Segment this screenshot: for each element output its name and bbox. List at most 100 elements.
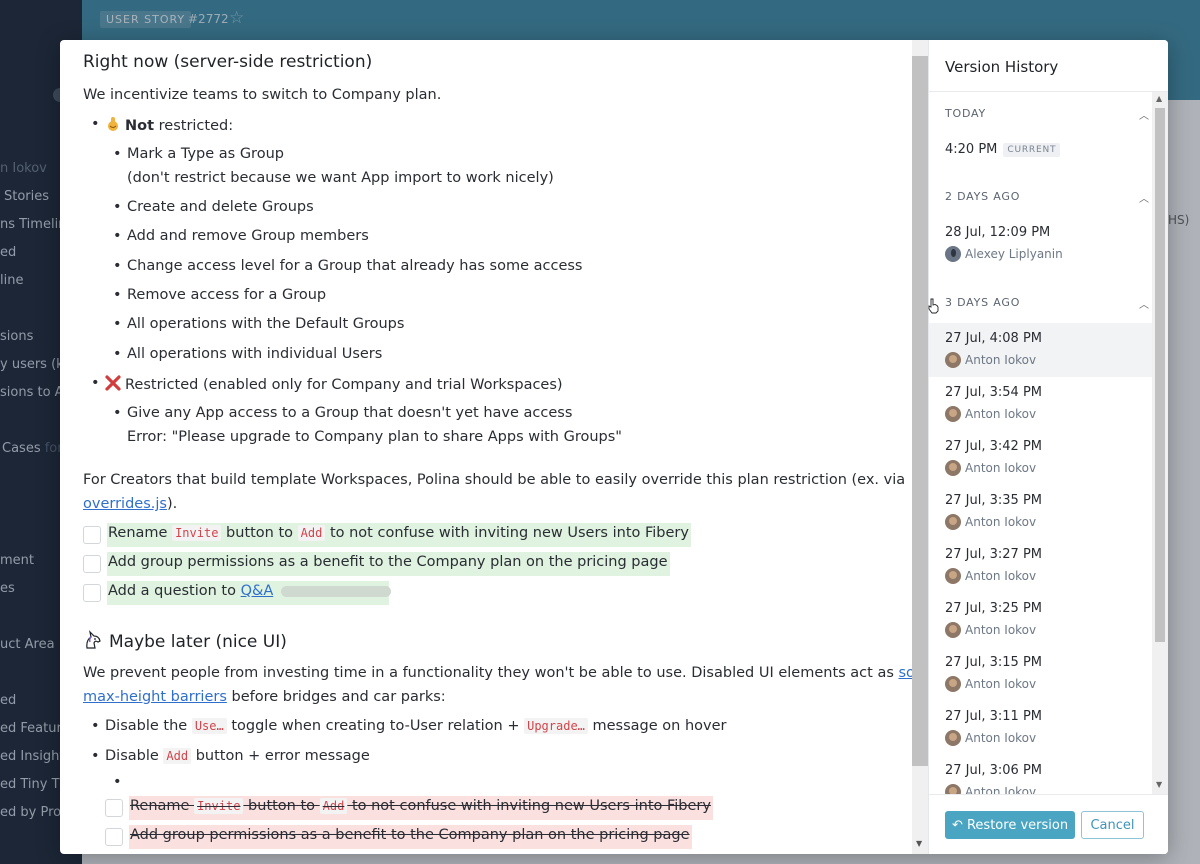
version-entry[interactable]: 28 Jul, 12:09 PM Alexey Liplyanin — [929, 217, 1152, 271]
restore-version-button[interactable]: ↶ Restore version — [945, 811, 1075, 839]
todo-item: Add a question to Q&A — [83, 581, 483, 605]
button-label: Restore version — [966, 817, 1069, 833]
version-author: Anton Iokov — [965, 461, 1037, 475]
current-badge: CURRENT — [1003, 143, 1061, 157]
list-item: Add and remove Group members — [113, 228, 369, 244]
version-author: Anton Iokov — [965, 353, 1037, 367]
list-item: Mark a Type as Group — [113, 146, 284, 162]
cancel-button[interactable]: Cancel — [1081, 811, 1144, 839]
version-time: 27 Jul, 3:15 PM — [945, 655, 1043, 670]
text: We prevent people from investing time in… — [83, 665, 894, 681]
todo-item-removed: Add group permissions as a benefit to th… — [105, 825, 725, 849]
removed-text: Rename Invite button to Add to not confu… — [129, 796, 713, 820]
avatar — [945, 568, 961, 584]
paragraph: We prevent people from investing time in… — [83, 665, 912, 681]
panel-title: Version History — [945, 58, 1059, 76]
qa-link[interactable]: Q&A — [241, 583, 274, 599]
version-entry[interactable]: 27 Jul, 3:11 PM Anton Iokov — [929, 701, 1152, 755]
text: button + error message — [191, 748, 370, 764]
version-entry[interactable]: 27 Jul, 3:42 PM Anton Iokov — [929, 431, 1152, 485]
avatar — [945, 514, 961, 530]
time-text: 4:20 PM — [945, 142, 998, 157]
todo-checkbox[interactable] — [105, 799, 123, 817]
hand-cursor-icon — [928, 298, 939, 314]
scroll-down-icon[interactable]: ▼ — [1156, 780, 1162, 789]
text: button to — [221, 525, 298, 541]
heading-text: Maybe later (nice UI) — [109, 632, 287, 652]
todo-checkbox[interactable] — [83, 555, 101, 573]
section-heading: Maybe later (nice UI) — [83, 630, 287, 652]
group-header[interactable]: TODAY — [945, 107, 986, 120]
inline-code: Add — [163, 748, 192, 764]
list-item: All operations with the Default Groups — [113, 316, 404, 332]
version-time: 27 Jul, 3:54 PM — [945, 385, 1043, 400]
todo-checkbox[interactable] — [105, 828, 123, 846]
soft-barriers-link[interactable]: max-height barriers — [83, 689, 227, 705]
list-item: Disable the Use… toggle when creating to… — [91, 718, 727, 734]
todo-checkbox[interactable] — [83, 584, 101, 602]
version-time: 27 Jul, 3:27 PM — [945, 547, 1043, 562]
version-time: 27 Jul, 4:08 PM — [945, 331, 1043, 346]
list-item: Not restricted: — [91, 116, 233, 134]
version-author: Anton Iokov — [965, 623, 1037, 637]
version-entry[interactable]: 27 Jul, 3:06 PM Anton Iokov — [929, 755, 1152, 794]
list-item: All operations with individual Users — [113, 346, 382, 362]
bold-text: Not — [125, 118, 155, 134]
version-entry[interactable]: 27 Jul, 3:25 PM Anton Iokov — [929, 593, 1152, 647]
version-time: 28 Jul, 12:09 PM — [945, 225, 1051, 240]
version-author: Anton Iokov — [965, 515, 1037, 529]
text: Disable the — [105, 718, 192, 734]
redacted-mention — [281, 585, 392, 597]
version-list-scrollbar[interactable]: ▲ ▼ — [1152, 92, 1168, 794]
avatar — [945, 784, 961, 794]
chevron-up-icon[interactable]: ︿ — [1139, 107, 1149, 122]
added-text: Rename Invite button to Add to not confu… — [107, 523, 691, 547]
chevron-up-icon[interactable]: ︿ — [1139, 296, 1149, 311]
cross-mark-icon — [105, 375, 121, 391]
scroll-up-icon[interactable]: ▲ — [1156, 94, 1162, 103]
document-scrollbar[interactable]: ▼ — [912, 40, 928, 854]
scroll-down-icon[interactable]: ▼ — [916, 839, 922, 848]
added-text: Add group permissions as a benefit to th… — [107, 552, 670, 576]
group-header[interactable]: 3 DAYS AGO — [945, 296, 1020, 309]
todo-checkbox[interactable] — [83, 526, 101, 544]
version-entry[interactable]: 4:20 PM CURRENT — [929, 135, 1152, 189]
overrides-link[interactable]: overrides.js — [83, 496, 167, 512]
paragraph-text: ). — [166, 496, 178, 512]
scrollbar-thumb[interactable] — [1155, 108, 1165, 642]
version-entry[interactable]: 27 Jul, 3:27 PM Anton Iokov — [929, 539, 1152, 593]
list-item: Remove access for a Group — [113, 287, 326, 303]
todo-item: Rename Invite button to Add to not confu… — [83, 523, 703, 547]
group-header[interactable]: 2 DAYS AGO — [945, 190, 1020, 203]
version-time: 4:20 PM CURRENT — [945, 142, 1061, 157]
version-entry[interactable]: 27 Jul, 3:35 PM Anton Iokov — [929, 485, 1152, 539]
avatar — [945, 460, 961, 476]
todo-item: Add group permissions as a benefit to th… — [83, 552, 703, 576]
unicorn-icon — [86, 630, 101, 649]
version-entry[interactable]: 27 Jul, 4:08 PM Anton Iokov — [929, 323, 1152, 377]
paragraph: overrides.js). — [83, 496, 177, 512]
version-time: 27 Jul, 3:42 PM — [945, 439, 1043, 454]
list-item-subtext: (don't restrict because we want App impo… — [127, 170, 554, 186]
text: Rename — [130, 798, 195, 814]
avatar — [945, 406, 961, 422]
inline-code: Invite — [194, 798, 244, 814]
paragraph: We incentivize teams to switch to Compan… — [83, 87, 442, 103]
version-entry[interactable]: 27 Jul, 3:54 PM Anton Iokov — [929, 377, 1152, 431]
scrollbar-thumb[interactable] — [912, 56, 928, 766]
document-preview: Right now (server-side restriction) We i… — [60, 40, 912, 854]
text: button to — [243, 798, 320, 814]
version-time: 27 Jul, 3:11 PM — [945, 709, 1043, 724]
list-item-subtext: Error: "Please upgrade to Company plan t… — [127, 429, 622, 445]
list-item: Disable Add button + error message — [91, 748, 370, 764]
text: Disable — [105, 748, 164, 764]
chevron-up-icon[interactable]: ︿ — [1139, 190, 1149, 205]
version-time: 27 Jul, 3:06 PM — [945, 763, 1043, 778]
text: to not confuse with inviting new Users i… — [325, 525, 689, 541]
version-history-panel: Version History TODAY ︿ 4:20 PM CURRENT 2… — [928, 40, 1168, 854]
text: to not confuse with inviting new Users i… — [347, 798, 711, 814]
soft-barriers-link[interactable]: soft — [899, 665, 913, 681]
list-item: Give any App access to a Group that does… — [113, 405, 572, 421]
version-entry[interactable]: 27 Jul, 3:15 PM Anton Iokov — [929, 647, 1152, 701]
version-author: Anton Iokov — [965, 677, 1037, 691]
